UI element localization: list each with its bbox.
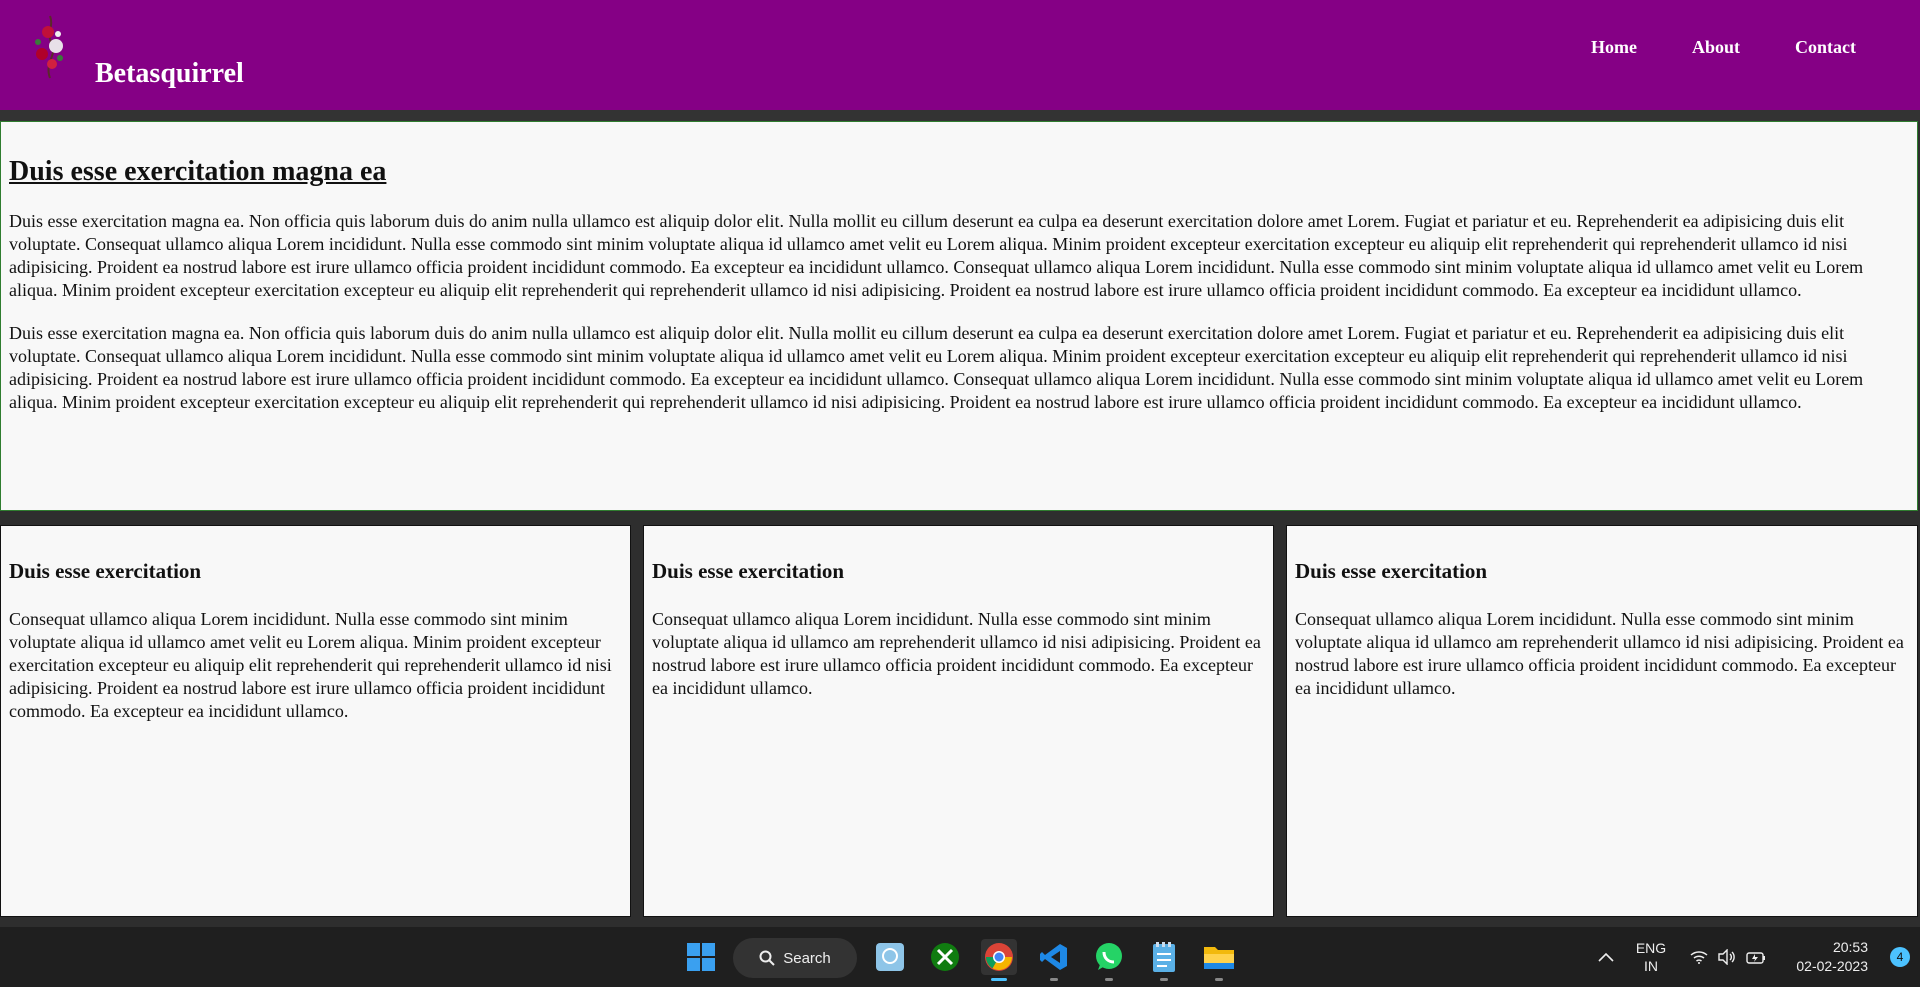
show-hidden-icons-button[interactable] — [1598, 927, 1614, 987]
wifi-icon — [1690, 951, 1708, 964]
photos-icon[interactable] — [872, 939, 908, 975]
clock-date: 02-02-2023 — [1796, 958, 1868, 974]
active-indicator — [991, 978, 1007, 981]
card-title: Duis esse exercitation — [652, 559, 845, 583]
main-article: Duis esse exercitation magna ea Duis ess… — [0, 121, 1918, 511]
chrome-icon[interactable] — [981, 939, 1017, 981]
file-explorer-icon[interactable] — [1201, 939, 1237, 981]
running-indicator — [1215, 978, 1223, 981]
main-nav: Home About Contact — [1536, 37, 1856, 58]
card-text: Consequat ullamco aliqua Lorem incididun… — [652, 609, 1261, 698]
notepad-icon[interactable] — [1146, 939, 1182, 981]
flower-logo-icon[interactable] — [28, 12, 74, 84]
notification-badge[interactable]: 4 — [1890, 947, 1910, 967]
battery-icon — [1746, 952, 1765, 964]
article-title: Duis esse exercitation magna ea — [9, 156, 387, 187]
card: Duis esse exercitation Consequat ullamco… — [643, 525, 1274, 917]
nav-link-about[interactable]: About — [1692, 37, 1740, 58]
running-indicator — [1105, 978, 1113, 981]
chevron-up-icon — [1598, 952, 1614, 962]
card-row: Duis esse exercitation Consequat ullamco… — [0, 525, 1920, 917]
taskbar: Search ENG IN 20:53 02-02-2023 4 — [0, 927, 1920, 987]
article-paragraph: Duis esse exercitation magna ea. Non off… — [9, 323, 1864, 412]
brand-name: Betasquirrel — [95, 58, 244, 89]
running-indicator — [1050, 978, 1058, 981]
site-header: Betasquirrel Home About Contact — [0, 0, 1920, 110]
card: Duis esse exercitation Consequat ullamco… — [1286, 525, 1918, 917]
region-code: IN — [1644, 958, 1658, 974]
windows-start-icon[interactable] — [683, 939, 719, 975]
language-indicator[interactable]: ENG IN — [1636, 927, 1666, 987]
card: Duis esse exercitation Consequat ullamco… — [0, 525, 631, 917]
quick-settings-button[interactable] — [1690, 927, 1766, 987]
nav-link-contact[interactable]: Contact — [1795, 37, 1856, 58]
clock-time: 20:53 — [1832, 939, 1868, 955]
xbox-icon[interactable] — [927, 939, 963, 975]
volume-icon — [1718, 949, 1735, 965]
clock[interactable]: 20:53 02-02-2023 — [1796, 938, 1868, 976]
article-paragraph: Duis esse exercitation magna ea. Non off… — [9, 211, 1864, 300]
card-title: Duis esse exercitation — [1295, 559, 1488, 583]
running-indicator — [1160, 978, 1168, 981]
taskbar-search-button[interactable]: Search — [733, 938, 857, 978]
search-label: Search — [783, 949, 831, 967]
card-title: Duis esse exercitation — [9, 559, 202, 583]
card-text: Consequat ullamco aliqua Lorem incididun… — [1295, 609, 1904, 698]
vscode-icon[interactable] — [1036, 939, 1072, 981]
whatsapp-icon[interactable] — [1091, 939, 1127, 981]
nav-link-home[interactable]: Home — [1591, 37, 1637, 58]
search-icon — [759, 950, 775, 966]
language-code: ENG — [1635, 940, 1667, 956]
card-text: Consequat ullamco aliqua Lorem incididun… — [9, 609, 612, 721]
